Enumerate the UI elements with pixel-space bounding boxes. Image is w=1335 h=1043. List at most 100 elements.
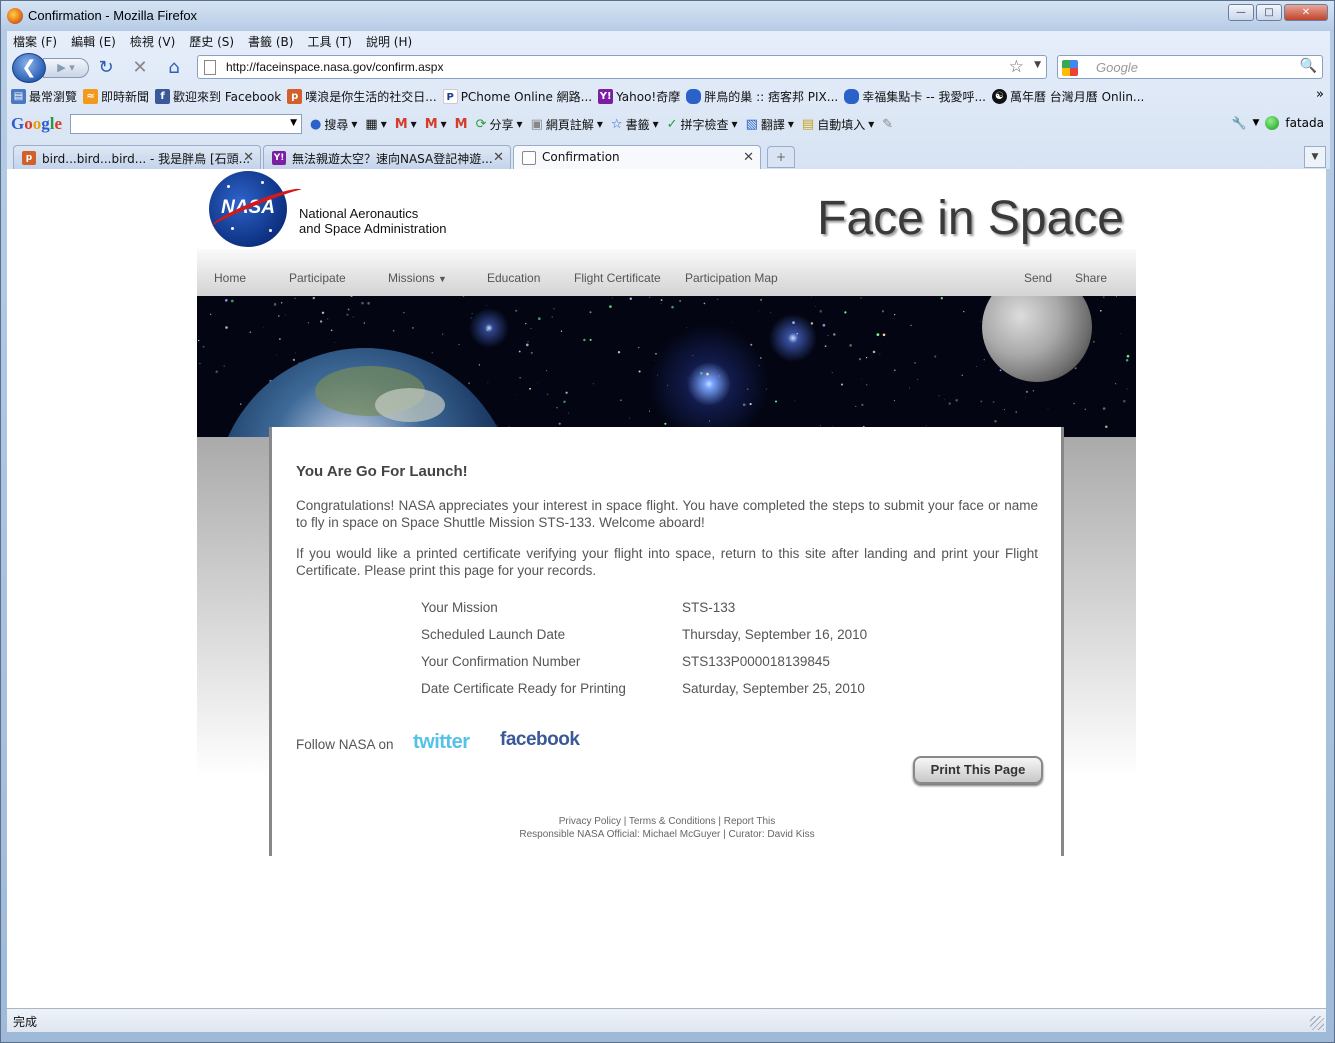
star: [563, 400, 566, 403]
footer-links[interactable]: Privacy Policy | Terms & Conditions | Re…: [296, 815, 1038, 828]
nav-participation-map[interactable]: Participation Map: [685, 271, 778, 285]
nav-home[interactable]: Home: [214, 271, 246, 285]
gmail-button-3[interactable]: M: [455, 117, 468, 132]
url-text[interactable]: http://faceinspace.nasa.gov/confirm.aspx: [226, 60, 443, 74]
url-dropdown-icon[interactable]: ▼: [1034, 60, 1041, 70]
nav-missions[interactable]: Missions ▼: [388, 271, 447, 285]
menu-history[interactable]: 歷史 (S): [189, 33, 234, 50]
chevron-down-icon[interactable]: ▼: [1252, 118, 1259, 128]
tab-nasa-news[interactable]: Y! 無法親遊太空？速向NASA登記神遊... ✕: [263, 145, 511, 169]
follow-nasa-label: Follow NASA on: [296, 737, 394, 752]
print-page-button[interactable]: Print This Page: [913, 756, 1043, 784]
star: [319, 320, 323, 323]
star: [866, 384, 868, 386]
star: [210, 313, 212, 315]
toolbar-bookmarks-button[interactable]: ☆ 書籤 ▾: [611, 116, 659, 133]
minimize-button[interactable]: —: [1228, 4, 1254, 21]
nasa-logo[interactable]: NASA: [209, 171, 305, 247]
highlight-button[interactable]: ✎: [882, 117, 893, 132]
bookmark-pchome[interactable]: P PChome Online 網路...: [442, 88, 592, 105]
star: [792, 321, 795, 324]
menu-help[interactable]: 說明 (H): [366, 33, 412, 50]
gmail-button[interactable]: M ▾: [395, 117, 417, 132]
facebook-link[interactable]: facebook: [500, 729, 580, 751]
search-icon[interactable]: 🔍: [1300, 58, 1317, 74]
star-icon: ☆: [610, 116, 623, 132]
new-tab-button[interactable]: +: [767, 146, 795, 168]
close-tab-icon[interactable]: ✕: [493, 150, 504, 165]
home-icon[interactable]: ⌂: [163, 57, 185, 79]
bookmark-calendar[interactable]: ☯ 萬年曆 台灣月曆 Onlin...: [991, 88, 1144, 105]
reload-icon[interactable]: ↻: [95, 57, 117, 79]
gmail-button-2[interactable]: M ▾: [425, 117, 447, 132]
star: [284, 314, 286, 316]
certificate-info-text: If you would like a printed certificate …: [296, 546, 1038, 578]
star: [367, 302, 370, 305]
tab-bird[interactable]: p bird...bird...bird... - 我是胖鳥 [石頭... ✕: [13, 145, 261, 169]
maximize-button[interactable]: □: [1256, 4, 1282, 21]
star: [412, 327, 414, 329]
autofill-button[interactable]: ▤ 自動填入 ▾: [802, 116, 874, 133]
tab-confirmation[interactable]: Confirmation ✕: [513, 145, 761, 170]
google-logo[interactable]: Google: [11, 114, 62, 134]
star: [840, 383, 844, 386]
star: [470, 317, 472, 319]
bookmark-pixnet[interactable]: 胖鳥的巢 :: 痞客邦 PIX...: [686, 88, 838, 105]
detail-value: STS133P000018139845: [682, 654, 830, 669]
bookmark-facebook[interactable]: f 歡迎來到 Facebook: [155, 88, 281, 105]
bookmark-yahoo[interactable]: Y! Yahoo!奇摩: [598, 88, 680, 105]
bookmark-happy-points[interactable]: 幸福集點卡 -- 我愛呼...: [844, 88, 986, 105]
star: [855, 405, 857, 407]
menu-bar: 檔案 (F) 編輯 (E) 檢視 (V) 歷史 (S) 書籤 (B) 工具 (T…: [7, 31, 412, 51]
google-search-engine-icon[interactable]: [1062, 60, 1078, 76]
account-name[interactable]: fatada: [1285, 116, 1324, 130]
star: [861, 378, 863, 380]
address-bar[interactable]: http://faceinspace.nasa.gov/confirm.aspx…: [197, 55, 1047, 79]
close-tab-icon[interactable]: ✕: [243, 150, 254, 165]
star: [692, 354, 694, 356]
star: [312, 296, 315, 300]
annotate-button[interactable]: ▣ 網頁註解 ▾: [531, 116, 603, 133]
menu-bookmarks[interactable]: 書籤 (B): [248, 33, 293, 50]
google-search-button[interactable]: ● 搜尋 ▾: [310, 116, 357, 133]
page-icon: [204, 60, 216, 75]
star: [822, 323, 826, 327]
spellcheck-button[interactable]: ✓ 拼字檢查 ▾: [667, 116, 738, 133]
star: [487, 382, 489, 384]
bookmark-plurk[interactable]: p 噗浪是你生活的社交日...: [287, 88, 437, 105]
translate-button[interactable]: ▧ 翻譯 ▾: [746, 116, 794, 133]
back-button[interactable]: ❮: [12, 53, 46, 83]
menu-file[interactable]: 檔案 (F): [13, 33, 57, 50]
wrench-icon[interactable]: 🔧: [1232, 116, 1247, 130]
menu-tools[interactable]: 工具 (T): [307, 33, 352, 50]
star: [910, 324, 912, 327]
close-tab-icon[interactable]: ✕: [743, 150, 754, 165]
star: [249, 331, 252, 334]
forward-button[interactable]: ▶ ▾: [43, 58, 89, 78]
bookmark-news[interactable]: ≈ 即時新聞: [83, 88, 149, 105]
bookmarks-overflow-icon[interactable]: »: [1316, 87, 1324, 102]
stop-icon[interactable]: ✕: [129, 57, 151, 79]
search-bar[interactable]: Google 🔍: [1057, 55, 1323, 79]
nav-send[interactable]: Send: [1024, 271, 1052, 285]
star: [708, 420, 711, 422]
star: [628, 417, 630, 419]
twitter-link[interactable]: twitter: [413, 731, 470, 754]
nav-share[interactable]: Share: [1075, 271, 1107, 285]
share-button[interactable]: ⟳ 分享 ▾: [476, 116, 523, 133]
toolbar-tools[interactable]: ▦ ▾: [365, 117, 386, 132]
bookmark-star-icon[interactable]: ☆: [1009, 57, 1024, 77]
google-toolbar-search-input[interactable]: ▼: [70, 114, 303, 134]
bookmark-most-visited[interactable]: ▤ 最常瀏覽: [11, 88, 77, 105]
nav-education[interactable]: Education: [487, 271, 540, 285]
star: [660, 302, 662, 304]
list-all-tabs-button[interactable]: ▼: [1304, 146, 1326, 168]
close-button[interactable]: ✕: [1284, 4, 1328, 21]
menu-edit[interactable]: 編輯 (E): [71, 33, 116, 50]
nav-flight-certificate[interactable]: Flight Certificate: [574, 271, 661, 285]
chevron-down-icon[interactable]: ▼: [290, 118, 297, 128]
search-placeholder[interactable]: Google: [1096, 60, 1138, 75]
nav-participate[interactable]: Participate: [289, 271, 346, 285]
resize-grip[interactable]: [1310, 1016, 1324, 1030]
menu-view[interactable]: 檢視 (V): [130, 33, 175, 50]
